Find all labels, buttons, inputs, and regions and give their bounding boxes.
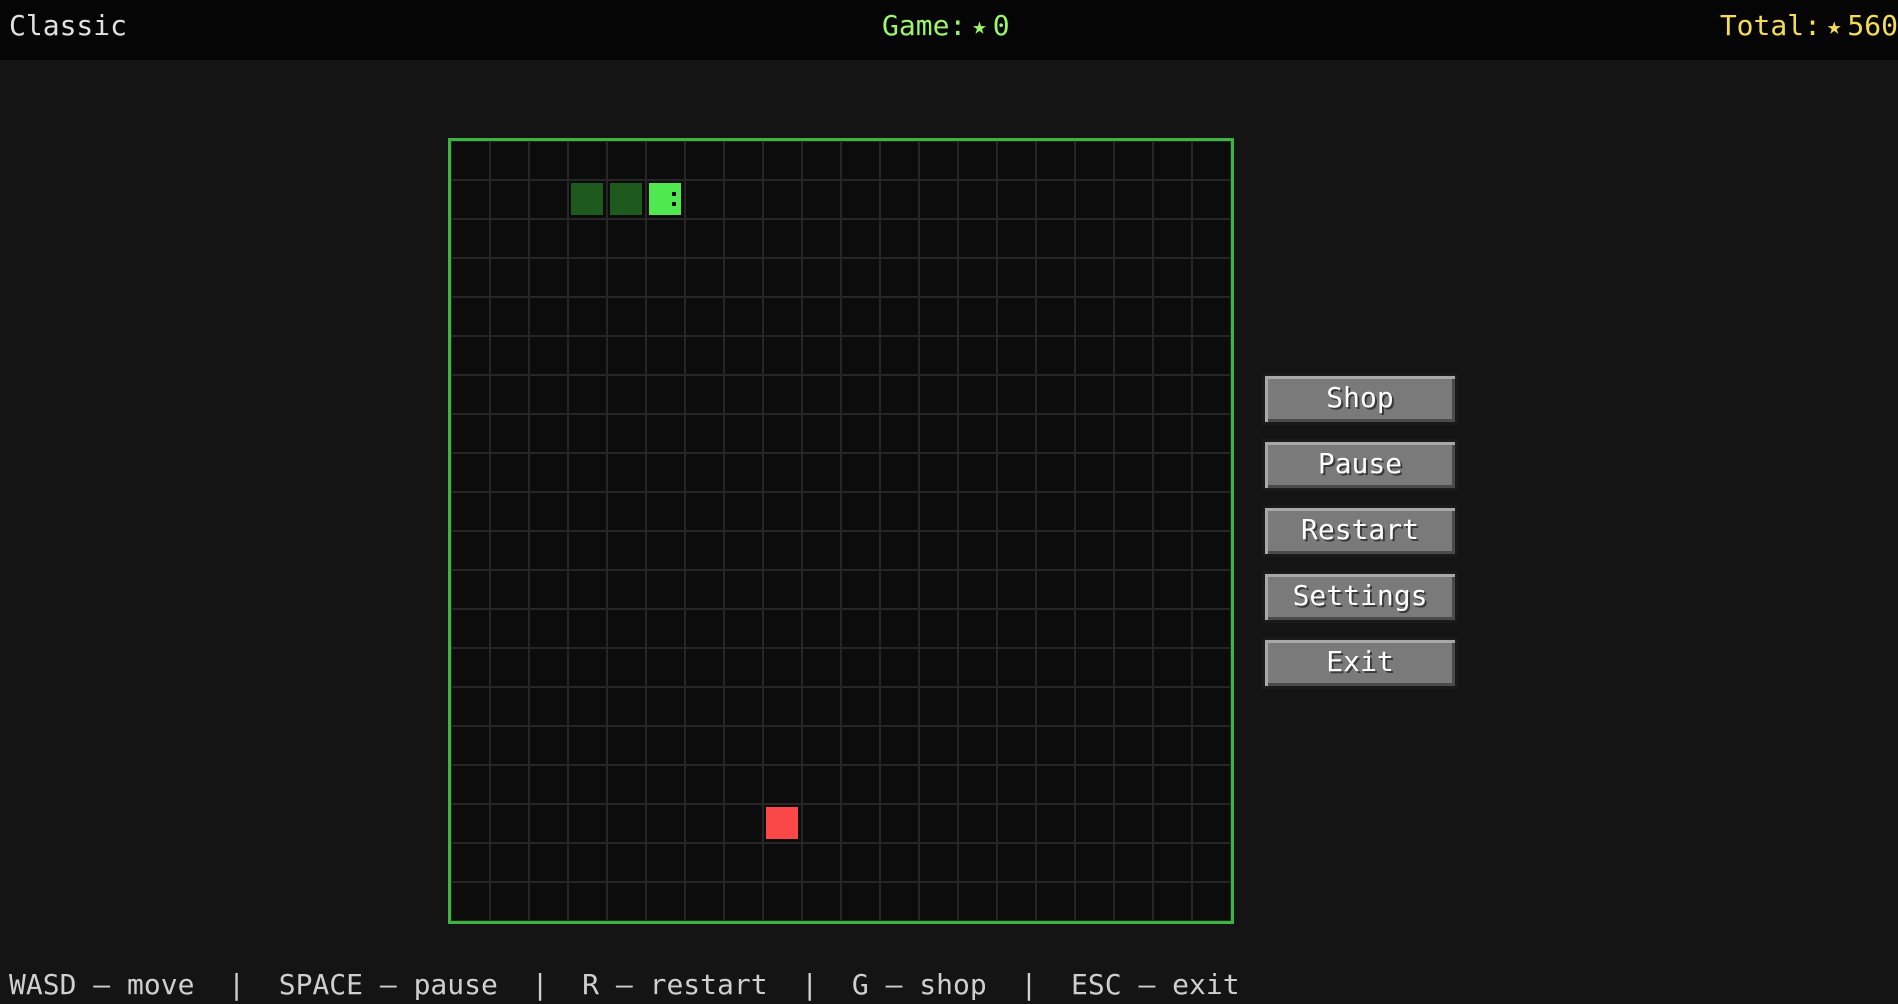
game-score-value: 0 [992, 9, 1010, 42]
food-apple [766, 807, 798, 839]
snake-head [649, 183, 681, 215]
snake-body-segment [571, 183, 603, 215]
shop-button[interactable]: Shop [1262, 373, 1458, 425]
total-coins-label: Total: [1719, 9, 1821, 42]
restart-button[interactable]: Restart [1262, 505, 1458, 557]
snake-body-segment [610, 183, 642, 215]
side-menu: Shop Pause Restart Settings Exit [1262, 373, 1458, 703]
top-bar: Classic Game: ★ 0 Total: ★ 560 [0, 0, 1898, 60]
game-score: Game: ★ 0 [882, 10, 1010, 42]
star-icon: ★ [972, 12, 987, 40]
snake-eye [672, 202, 676, 206]
snake-eye [672, 192, 676, 196]
settings-button[interactable]: Settings [1262, 571, 1458, 623]
game-board[interactable] [448, 138, 1234, 924]
exit-button[interactable]: Exit [1262, 637, 1458, 689]
game-mode-label: Classic [9, 9, 128, 42]
total-coins: Total: ★ 560 [1720, 10, 1898, 42]
controls-hint: WASD — move | SPACE — pause | R — restar… [9, 968, 1240, 1001]
game-score-label: Game: [882, 9, 967, 42]
total-coins-value: 560 [1847, 9, 1898, 42]
pause-button[interactable]: Pause [1262, 439, 1458, 491]
star-icon: ★ [1826, 12, 1842, 40]
